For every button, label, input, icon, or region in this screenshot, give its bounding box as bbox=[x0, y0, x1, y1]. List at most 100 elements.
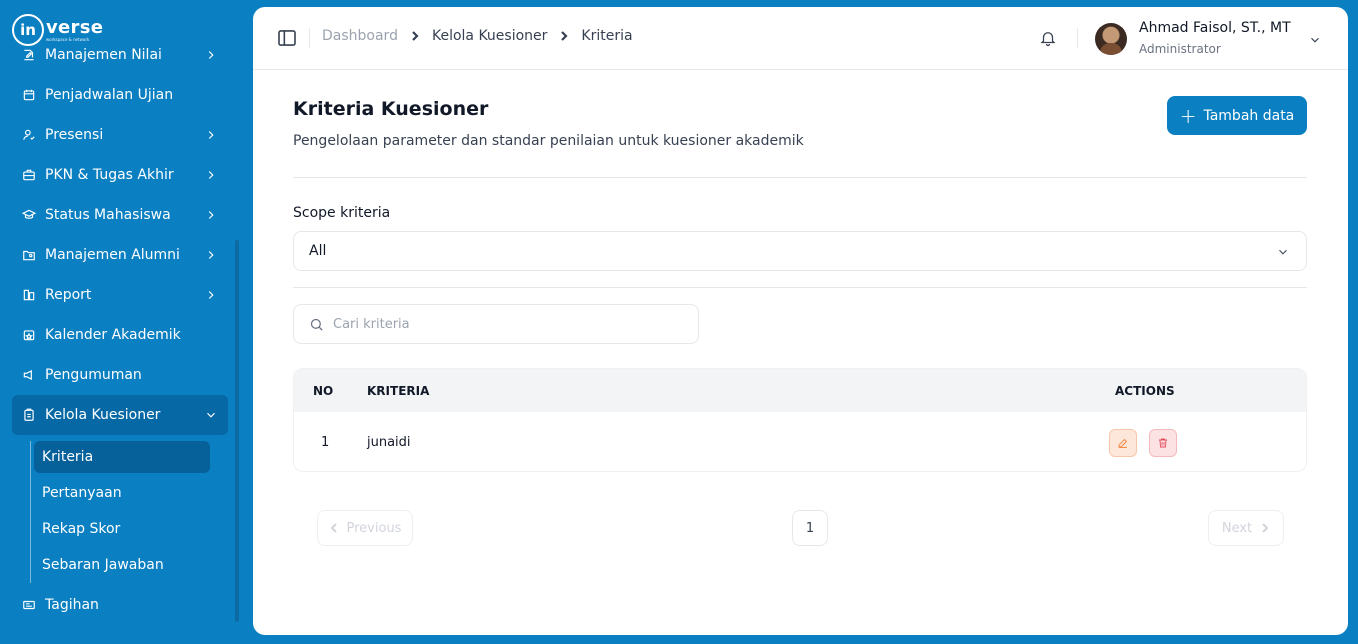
chevron-right-icon bbox=[204, 288, 218, 302]
kuesioner-submenu: Kriteria Pertanyaan Rekap Skor Sebaran J… bbox=[30, 441, 228, 583]
page-subtitle: Pengelolaan parameter dan standar penila… bbox=[293, 133, 804, 149]
sidebar: in verse workspace & network Manajemen N… bbox=[0, 0, 244, 644]
sidebar-scrollbar[interactable] bbox=[235, 240, 239, 622]
chevron-right-icon bbox=[553, 29, 575, 43]
add-data-button[interactable]: + Tambah data bbox=[1167, 96, 1307, 135]
sidebar-subitem-sebaran-jawaban[interactable]: Sebaran Jawaban bbox=[31, 547, 228, 583]
divider bbox=[1077, 28, 1078, 48]
sidebar-item-label: Kelola Kuesioner bbox=[45, 407, 161, 423]
table-row: 1 junaidi bbox=[294, 412, 1306, 471]
logo-word: verse bbox=[46, 16, 104, 38]
sidebar-item-kelola-kuesioner[interactable]: Kelola Kuesioner bbox=[12, 395, 228, 435]
chevron-right-icon bbox=[204, 248, 218, 262]
chevron-right-icon bbox=[204, 168, 218, 182]
sidebar-item-label: Tagihan bbox=[45, 597, 99, 613]
calendar-icon bbox=[22, 88, 36, 102]
chevron-down-icon[interactable] bbox=[1308, 32, 1322, 46]
page-title: Kriteria Kuesioner bbox=[293, 98, 489, 120]
logo-mark: in bbox=[12, 14, 44, 46]
chevron-right-icon bbox=[1262, 523, 1269, 533]
sidebar-item-label: Status Mahasiswa bbox=[45, 207, 171, 223]
app-logo[interactable]: in verse workspace & network bbox=[12, 14, 103, 46]
sidebar-item-label: PKN & Tugas Akhir bbox=[45, 167, 174, 183]
sidebar-item-label: Presensi bbox=[45, 127, 104, 143]
sidebar-item-kalender-akademik[interactable]: Kalender Akademik bbox=[12, 315, 228, 355]
briefcase-icon bbox=[22, 168, 36, 182]
logo-subtitle: workspace & network bbox=[46, 36, 90, 42]
sidebar-item-label: Kalender Akademik bbox=[45, 327, 181, 343]
sidebar-subitem-rekap-skor[interactable]: Rekap Skor bbox=[31, 511, 228, 547]
next-label: Next bbox=[1221, 520, 1253, 536]
sidebar-item-presensi[interactable]: Presensi bbox=[12, 115, 228, 155]
criteria-table: NO KRITERIA ACTIONS 1 junaidi bbox=[293, 368, 1307, 472]
breadcrumb: Dashboard Kelola Kuesioner Kriteria bbox=[322, 28, 633, 44]
user-role: Administrator bbox=[1139, 42, 1221, 56]
user-check-icon bbox=[22, 128, 36, 142]
sidebar-item-label: Manajemen Alumni bbox=[45, 247, 180, 263]
pencil-icon bbox=[1118, 438, 1128, 448]
sidebar-item-report[interactable]: Report bbox=[12, 275, 228, 315]
search-input[interactable] bbox=[333, 316, 653, 332]
bell-icon[interactable] bbox=[1039, 29, 1057, 47]
sidebar-item-status-mahasiswa[interactable]: Status Mahasiswa bbox=[12, 195, 228, 235]
search-icon bbox=[310, 318, 323, 331]
sidebar-item-pkn-tugas-akhir[interactable]: PKN & Tugas Akhir bbox=[12, 155, 228, 195]
sidebar-item-manajemen-alumni[interactable]: Manajemen Alumni bbox=[12, 235, 228, 275]
breadcrumb-kriteria: Kriteria bbox=[581, 28, 633, 44]
chevron-right-icon bbox=[204, 48, 218, 62]
chevron-right-icon bbox=[204, 208, 218, 222]
divider bbox=[309, 28, 310, 48]
folder-user-icon bbox=[22, 248, 36, 262]
chevron-right-icon bbox=[404, 29, 426, 43]
sidebar-item-penjadwalan-ujian[interactable]: Penjadwalan Ujian bbox=[12, 75, 228, 115]
sidebar-item-label: Manajemen Nilai bbox=[45, 47, 162, 63]
edit-button[interactable] bbox=[1109, 429, 1137, 457]
chevron-right-icon bbox=[204, 128, 218, 142]
topbar: Dashboard Kelola Kuesioner Kriteria Ahma… bbox=[253, 7, 1348, 70]
main-panel: Dashboard Kelola Kuesioner Kriteria Ahma… bbox=[253, 7, 1348, 635]
sidebar-subitem-kriteria[interactable]: Kriteria bbox=[34, 441, 210, 473]
sidebar-menu: Manajemen Nilai Penjadwalan Ujian Presen… bbox=[12, 35, 228, 625]
delete-button[interactable] bbox=[1149, 429, 1177, 457]
megaphone-icon bbox=[22, 368, 36, 382]
row-criteria: junaidi bbox=[367, 435, 411, 450]
sidebar-item-label: Report bbox=[45, 287, 92, 303]
previous-button[interactable]: Previous bbox=[317, 510, 413, 546]
trash-icon bbox=[1159, 438, 1167, 448]
breadcrumb-kelola-kuesioner[interactable]: Kelola Kuesioner bbox=[432, 28, 547, 44]
calendar-star-icon bbox=[22, 328, 36, 342]
divider bbox=[293, 177, 1307, 178]
plus-icon: + bbox=[1179, 103, 1197, 128]
user-name: Ahmad Faisol, ST., MT bbox=[1139, 20, 1291, 36]
table-header: NO KRITERIA ACTIONS bbox=[294, 369, 1306, 412]
scope-select[interactable]: All bbox=[293, 231, 1307, 271]
sidebar-item-label: Penjadwalan Ujian bbox=[45, 87, 174, 103]
sidebar-item-label: Pengumuman bbox=[45, 367, 142, 383]
divider bbox=[293, 287, 1307, 288]
chevron-down-icon bbox=[1276, 245, 1290, 259]
sidebar-subitem-pertanyaan[interactable]: Pertanyaan bbox=[31, 475, 228, 511]
sidebar-toggle-icon[interactable] bbox=[278, 30, 296, 46]
next-button[interactable]: Next bbox=[1208, 510, 1284, 546]
search-box bbox=[293, 304, 699, 344]
header-no: NO bbox=[313, 384, 334, 398]
row-no: 1 bbox=[321, 435, 330, 450]
scope-label: Scope kriteria bbox=[293, 205, 391, 221]
chevron-left-icon bbox=[330, 523, 337, 533]
sidebar-item-tagihan[interactable]: Tagihan bbox=[12, 585, 228, 625]
edit-square-icon bbox=[22, 48, 36, 62]
page-number-button[interactable]: 1 bbox=[792, 510, 828, 546]
header-actions: ACTIONS bbox=[1115, 384, 1175, 398]
header-criteria: KRITERIA bbox=[367, 384, 430, 398]
sidebar-item-pengumuman[interactable]: Pengumuman bbox=[12, 355, 228, 395]
add-data-label: Tambah data bbox=[1203, 107, 1295, 124]
breadcrumb-dashboard[interactable]: Dashboard bbox=[322, 28, 398, 44]
report-icon bbox=[22, 288, 36, 302]
previous-label: Previous bbox=[346, 520, 402, 536]
clipboard-icon bbox=[22, 408, 36, 422]
chevron-down-icon bbox=[204, 408, 218, 422]
receipt-icon bbox=[22, 598, 36, 612]
avatar[interactable] bbox=[1095, 23, 1127, 55]
graduation-cap-icon bbox=[22, 208, 36, 222]
scope-selected-value: All bbox=[309, 243, 327, 259]
